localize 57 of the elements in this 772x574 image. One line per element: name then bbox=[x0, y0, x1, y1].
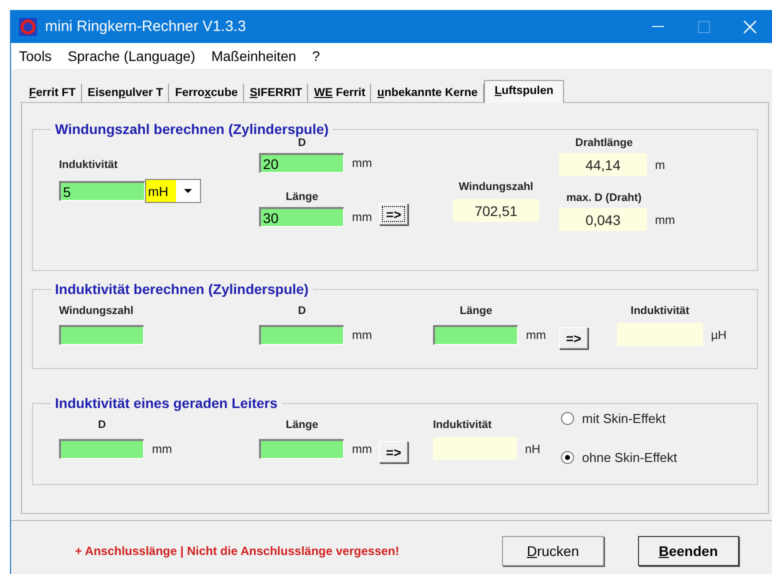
group-title: Induktivität berechnen (Zylinderspule) bbox=[54, 281, 310, 297]
unit-label: mm bbox=[352, 156, 372, 170]
input-field[interactable] bbox=[59, 325, 144, 345]
field-label: Länge bbox=[460, 305, 492, 317]
calculate-button[interactable]: => bbox=[379, 203, 408, 225]
field-label: max. D (Draht) bbox=[566, 192, 642, 204]
unit-label: mm bbox=[352, 442, 372, 456]
unit-label: mm bbox=[655, 212, 675, 226]
minimize-icon bbox=[652, 26, 664, 28]
input-field[interactable] bbox=[259, 439, 344, 459]
field-label: Induktivität bbox=[433, 419, 492, 431]
unit-label: m bbox=[655, 158, 665, 172]
calculate-button[interactable]: => bbox=[379, 441, 408, 463]
radio-option[interactable]: mit Skin-Effekt bbox=[561, 411, 666, 426]
input-field[interactable]: 20 bbox=[259, 153, 344, 173]
input-field[interactable] bbox=[59, 439, 144, 459]
unit-label: mm bbox=[152, 442, 172, 456]
unit-label: mm bbox=[526, 328, 546, 342]
calculate-button[interactable]: => bbox=[559, 327, 588, 349]
tab[interactable]: Eisenpulver T bbox=[82, 83, 170, 102]
close-icon bbox=[743, 20, 757, 34]
unit-label: nH bbox=[525, 442, 540, 456]
unit-label: mm bbox=[352, 328, 372, 342]
field-label: Länge bbox=[286, 419, 318, 431]
input-field[interactable] bbox=[259, 325, 344, 345]
dialog-button[interactable]: Drucken bbox=[502, 536, 604, 566]
result-field: 0,043 bbox=[559, 208, 647, 231]
field-label: Windungszahl bbox=[59, 305, 134, 317]
app-icon bbox=[19, 18, 37, 36]
input-field[interactable] bbox=[433, 325, 518, 345]
field-label: Windungszahl bbox=[458, 181, 534, 193]
unit-label: mm bbox=[352, 210, 372, 224]
menu-item[interactable]: Tools bbox=[19, 48, 52, 64]
radio-option[interactable]: ohne Skin-Effekt bbox=[561, 450, 678, 465]
field-label: D bbox=[98, 419, 106, 431]
field-label: D bbox=[298, 137, 306, 149]
field-label: Länge bbox=[286, 191, 318, 203]
input-field[interactable]: 30 bbox=[259, 207, 344, 227]
field-label: D bbox=[298, 305, 306, 317]
menu-item[interactable]: Sprache (Language) bbox=[68, 48, 196, 64]
result-field: 702,51 bbox=[453, 199, 539, 222]
group-title: Windungszahl berechnen (Zylinderspule) bbox=[54, 121, 330, 137]
group-title: Induktivität eines geraden Leiters bbox=[54, 395, 279, 411]
menu-item[interactable]: ? bbox=[312, 48, 320, 64]
input-field[interactable]: 5 bbox=[59, 181, 145, 201]
field-label: Drahtlänge bbox=[575, 137, 633, 149]
result-field: 44,14 bbox=[559, 153, 647, 176]
field-label: Induktivität bbox=[630, 305, 690, 317]
tab[interactable]: Luftspulen bbox=[484, 80, 564, 103]
unit-dropdown[interactable]: mH bbox=[145, 179, 201, 203]
menu-item[interactable]: Maßeinheiten bbox=[211, 48, 296, 64]
field-label: Induktivität bbox=[59, 159, 118, 171]
hint-text: + Anschlusslänge | Nicht die Anschlusslänge vergessen! bbox=[75, 544, 400, 558]
maximize-icon bbox=[698, 20, 710, 32]
unit-label: µH bbox=[711, 328, 727, 342]
window-title: mini Ringkern-Rechner V1.3.3 bbox=[45, 18, 247, 35]
dialog-button[interactable]: Beenden bbox=[638, 536, 739, 566]
